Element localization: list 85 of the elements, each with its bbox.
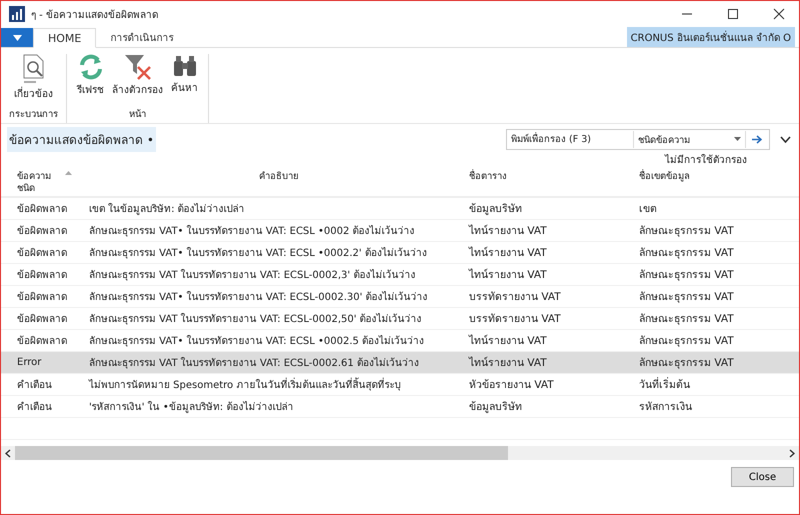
ribbon-action[interactable]: ค้นหา (169, 54, 200, 109)
table-cell-text: ลักษณะธุรกรรม VAT• ในบรรทัดรายงาน VAT: ECSL •0002.5 ต้องไม่เว้นว่าง (88, 334, 426, 348)
ribbon-action[interactable]: เกี่ยวข้อง (12, 54, 55, 109)
app-logo-icon (9, 6, 25, 22)
close-button[interactable]: Close (731, 467, 794, 487)
ribbon-tab[interactable]: การดำเนินการ (96, 28, 188, 47)
column-header[interactable]: ชื่อเขตข้อมูล (639, 171, 690, 183)
table-cell-text: ลักษณะธุรกรรม VAT (639, 356, 735, 371)
table-cell-text: ลักษณะธุรกรรม VAT (639, 290, 735, 305)
table-cell-text: ลักษณะธุรกรรม VAT (639, 334, 735, 349)
table-row[interactable]: ข้อผิดพลาด ลักษณะธุรกรรม VAT ในบรรทัดรายงาน VAT: ECSL-0002,50' ต้องไม่เว้นว่าง บรรทัดรายงาน VAT ลักษณะธุรกรรม VAT (1, 308, 799, 330)
group-label: กระบวนการ (9, 108, 58, 122)
table-cell-text: ข้อมูลบริษัท (469, 202, 523, 217)
dropdown-caret-icon (12, 34, 22, 40)
table-cell-text: ข้อผิดพลาด (16, 246, 68, 260)
filter-status: ไม่มีการใช้ตัวกรอง (665, 153, 747, 166)
table-cell: ไม่พบการนัดหมาย Spesometro ภายในวันที่เริ่มต้นและวันที่สิ้นสุดที่ระบุ (87, 377, 469, 392)
table-cell-text: ลักษณะธุรกรรม VAT ในบรรทัดรายงาน VAT: ECSL-0002,50' ต้องไม่เว้นว่าง (88, 312, 423, 326)
table-cell-text: ข้อมูลบริษัท (469, 400, 523, 415)
table-cell-text: ลักษณะธุรกรรม VAT• ในบรรทัดรายงาน VAT: ECSL-0002.30' ต้องไม่เว้นว่าง (88, 290, 429, 304)
table-row[interactable]: ข้อผิดพลาด ลักษณะธุรกรรม VAT• ในบรรทัดรายงาน VAT: ECSL •0002 ต้องไม่เว้นว่าง ไทน์รายงาน VAT ลักษณะธุรกรรม VAT (1, 220, 799, 242)
chevron-down-icon[interactable] (780, 136, 791, 142)
table-row[interactable]: ข้อผิดพลาด ลักษณะธุรกรรม VAT ในบรรทัดรายงาน VAT: ECSL-0002,3' ต้องไม่เว้นว่าง ไทน์รายงาน VAT ลักษณะธุรกรรม VAT (1, 264, 799, 286)
table-cell-text: เขต (639, 202, 658, 217)
horizontal-scrollbar[interactable] (1, 446, 799, 460)
table-cell-text: ข้อผิดพลาด (16, 334, 68, 348)
sort-arrow-icon (65, 171, 72, 175)
table-cell-text: ลักษณะธุรกรรม VAT (639, 312, 735, 327)
column-header[interactable]: ข้อความ ชนิด (17, 171, 57, 195)
filter-clear-icon (124, 54, 152, 80)
table-cell-text: คำเตือน (16, 378, 53, 392)
table-cell-text: ลักษณะธุรกรรม VAT ในบรรทัดรายงาน VAT: ECSL-0002.61 ต้องไม่เว้นว่าง (88, 356, 420, 370)
table-cell-text: ลักษณะธุรกรรม VAT (639, 268, 735, 283)
scrollbar-thumb[interactable] (15, 446, 508, 460)
table-row[interactable]: ข้อผิดพลาด เขต ในข้อมูลบริษัท: ต้องไม่ว่างเปล่า ข้อมูลบริษัท เขต (1, 198, 799, 220)
filter-field[interactable]: พิมพ์เพื่อกรอง (F 3) ชนิดข้อความ (506, 128, 770, 150)
refresh-icon (78, 54, 104, 80)
table-cell-text: คำเตือน (16, 400, 53, 414)
table-row[interactable]: ข้อผิดพลาด ลักษณะธุรกรรม VAT• ในบรรทัดรายงาน VAT: ECSL-0002.30' ต้องไม่เว้นว่าง บรรทัดรายงาน VAT ลักษณะธุรกรรม VAT (1, 286, 799, 308)
table-cell-text: วันที่เริ่มต้น (639, 376, 691, 393)
binoculars-icon (172, 54, 198, 78)
table-cell-text: ข้อผิดพลาด (16, 312, 68, 326)
window-title: ๆ - ข้อความแสดงข้อผิดพลาด (31, 8, 158, 22)
group-label: หน้า (129, 108, 146, 122)
table-cell-text: ไทน์รายงาน VAT (469, 246, 548, 261)
ribbon-tab[interactable]: HOME (33, 28, 96, 48)
maximize-icon[interactable] (727, 8, 739, 20)
table-row[interactable]: คำเตือน ไม่พบการนัดหมาย Spesometro ภายในวันที่เริ่มต้นและวันที่สิ้นสุดที่ระบุ หัวข้อรายงาน VAT วันที่เริ่มต้น (1, 374, 799, 396)
table-cell-text: ลักษณะธุรกรรม VAT (639, 224, 735, 239)
menu-button[interactable] (1, 28, 33, 47)
table-cell-text: รหัสการเงิน (639, 400, 693, 415)
ribbon-action[interactable]: ล้างตัวกรอง (110, 54, 165, 109)
column-header[interactable]: ชื่อตาราง (469, 171, 507, 183)
table-cell-text: ลักษณะธุรกรรม VAT• ในบรรทัดรายงาน VAT: ECSL •0002.2' ต้องไม่เว้นว่าง (88, 246, 428, 260)
close-icon[interactable] (773, 8, 785, 20)
table-cell-text: บรรทัดรายงาน VAT (469, 312, 562, 327)
column-header[interactable]: คำอธิบาย (259, 171, 299, 183)
table-cell-text: ลักษณะธุรกรรม VAT (639, 246, 735, 261)
table-cell-text: ไทน์รายงาน VAT (469, 268, 548, 283)
table-cell-text: ข้อผิดพลาด (16, 224, 68, 238)
scroll-right-icon[interactable] (789, 448, 795, 458)
scroll-left-icon[interactable] (5, 448, 11, 458)
table-cell-text: 'รหัสการเงิน' ใน •ข้อมูลบริษัท: ต้องไม่ว่างเปล่า (88, 400, 294, 414)
filter-column-dropdown[interactable]: ชนิดข้อความ (634, 130, 746, 148)
dropdown-caret-icon (734, 137, 741, 141)
table-cell-text: ลักษณะธุรกรรม VAT ในบรรทัดรายงาน VAT: ECSL-0002,3' ต้องไม่เว้นว่าง (88, 268, 416, 282)
arrow-right-icon[interactable] (752, 134, 763, 144)
page-title: ข้อความแสดงข้อผิดพลาด • (7, 126, 156, 152)
table-cell-text: บรรทัดรายงาน VAT (469, 290, 562, 305)
table-cell-text: ข้อผิดพลาด (16, 202, 68, 216)
table-row[interactable]: คำเตือน 'รหัสการเงิน' ใน •ข้อมูลบริษัท: ต้องไม่ว่างเปล่า ข้อมูลบริษัท รหัสการเงิน (1, 396, 799, 418)
table-row[interactable]: Error ลักษณะธุรกรรม VAT ในบรรทัดรายงาน VAT: ECSL-0002.61 ต้องไม่เว้นว่าง ไทน์รายงาน VAT ลักษณะธุรกรรม VAT (1, 352, 799, 374)
table-cell-text: เขต ในข้อมูลบริษัท: ต้องไม่ว่างเปล่า (88, 202, 246, 216)
table-cell-text: ข้อผิดพลาด (16, 290, 68, 304)
table-row[interactable]: ข้อผิดพลาด ลักษณะธุรกรรม VAT• ในบรรทัดรายงาน VAT: ECSL •0002.2' ต้องไม่เว้นว่าง ไทน์รายงาน VAT ลักษณะธุรกรรม VAT (1, 242, 799, 264)
table-cell-text: ไทน์รายงาน VAT (469, 356, 548, 371)
table-cell-text: ลักษณะธุรกรรม VAT• ในบรรทัดรายงาน VAT: ECSL •0002 ต้องไม่เว้นว่าง (88, 224, 416, 238)
document-search-icon (20, 54, 46, 84)
ribbon-action[interactable]: รีเฟรช (75, 54, 106, 109)
table-cell-text: ไทน์รายงาน VAT (469, 224, 548, 239)
table-cell-text: ไทน์รายงาน VAT (469, 334, 548, 349)
table-cell-text: Error (16, 357, 42, 368)
table-cell-text: ข้อผิดพลาด (16, 268, 68, 282)
table-cell-text: หัวข้อรายงาน VAT (469, 378, 555, 393)
company-name: CRONUS อินเตอร์เนชั่นแนล จำกัด O (626, 27, 795, 47)
